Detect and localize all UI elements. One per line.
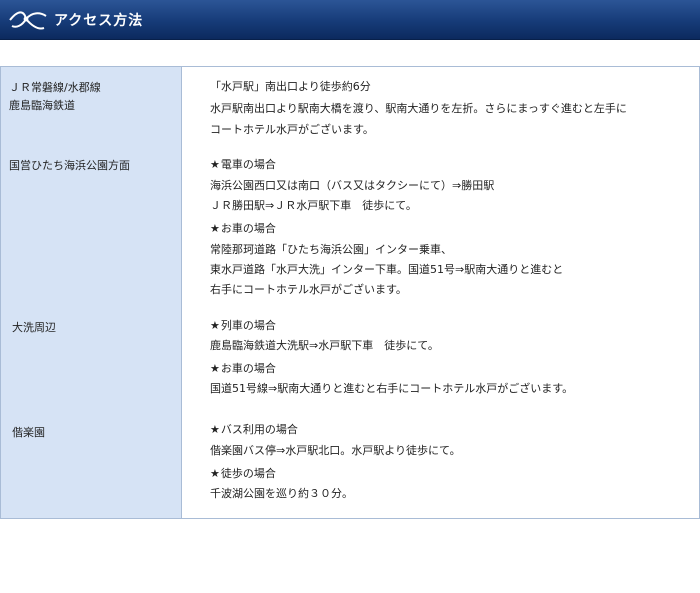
label-kairakuen: 偕楽園 xyxy=(12,426,45,439)
content-line: ＪＲ勝田駅⇒ＪＲ水戸駅下車 徒歩にて。 xyxy=(210,199,417,212)
star-icon: ★ xyxy=(210,158,220,171)
label-hitachi-park: 国営ひたち海浜公園方面 xyxy=(9,159,130,172)
content-line: 水戸駅南出口より駅南大橋を渡り、駅南大通りを左折。さらにまっすぐ進むと左手に xyxy=(210,102,627,115)
content-line: 東水戸道路「水戸大洗」インター下車。国道51号⇒駅南大通りと進むと xyxy=(210,263,564,276)
content-line: 鹿島臨海鉄道大洗駅⇒水戸駅下車 徒歩にて。 xyxy=(210,339,439,352)
content-line: 右手にコートホテル水戸がございます。 xyxy=(210,283,407,296)
ribbon-icon xyxy=(9,11,47,30)
page-title: アクセス方法 xyxy=(54,13,144,29)
block-heading: ★お車の場合 xyxy=(210,222,276,235)
label-column: ＪＲ常磐線/水郡線 鹿島臨海鉄道 国営ひたち海浜公園方面 大洗周辺 偕楽園 xyxy=(1,67,182,518)
label-kashima-line: 鹿島臨海鉄道 xyxy=(9,99,75,112)
content-line: 偕楽園バス停⇒水戸駅北口。水戸駅より徒歩にて。 xyxy=(210,444,461,457)
block-heading: ★徒歩の場合 xyxy=(210,467,276,480)
content-line: 「水戸駅」南出口より徒歩約6分 xyxy=(210,80,371,93)
content-line: 国道51号線⇒駅南大通りと進むと右手にコートホテル水戸がございます。 xyxy=(210,382,574,395)
block-heading: ★バス利用の場合 xyxy=(210,423,298,436)
content-line: 常陸那珂道路「ひたち海浜公園」インター乗車、 xyxy=(210,243,452,256)
block-heading: ★列車の場合 xyxy=(210,319,276,332)
star-icon: ★ xyxy=(210,319,220,332)
block-heading: ★お車の場合 xyxy=(210,362,276,375)
content-line: 海浜公園西口又は南口（バス又はタクシーにて）⇒勝田駅 xyxy=(210,179,495,192)
page-header: アクセス方法 xyxy=(0,0,700,40)
content-line: コートホテル水戸がございます。 xyxy=(210,123,374,136)
star-icon: ★ xyxy=(210,423,220,436)
access-panel: ＪＲ常磐線/水郡線 鹿島臨海鉄道 国営ひたち海浜公園方面 大洗周辺 偕楽園 「水… xyxy=(0,66,700,519)
label-oarai: 大洗周辺 xyxy=(12,321,56,334)
label-jr-line: ＪＲ常磐線/水郡線 xyxy=(9,81,101,94)
content-line: 千波湖公園を巡り約３０分。 xyxy=(210,487,353,500)
star-icon: ★ xyxy=(210,467,220,480)
star-icon: ★ xyxy=(210,222,220,235)
block-heading: ★電車の場合 xyxy=(210,158,276,171)
star-icon: ★ xyxy=(210,362,220,375)
